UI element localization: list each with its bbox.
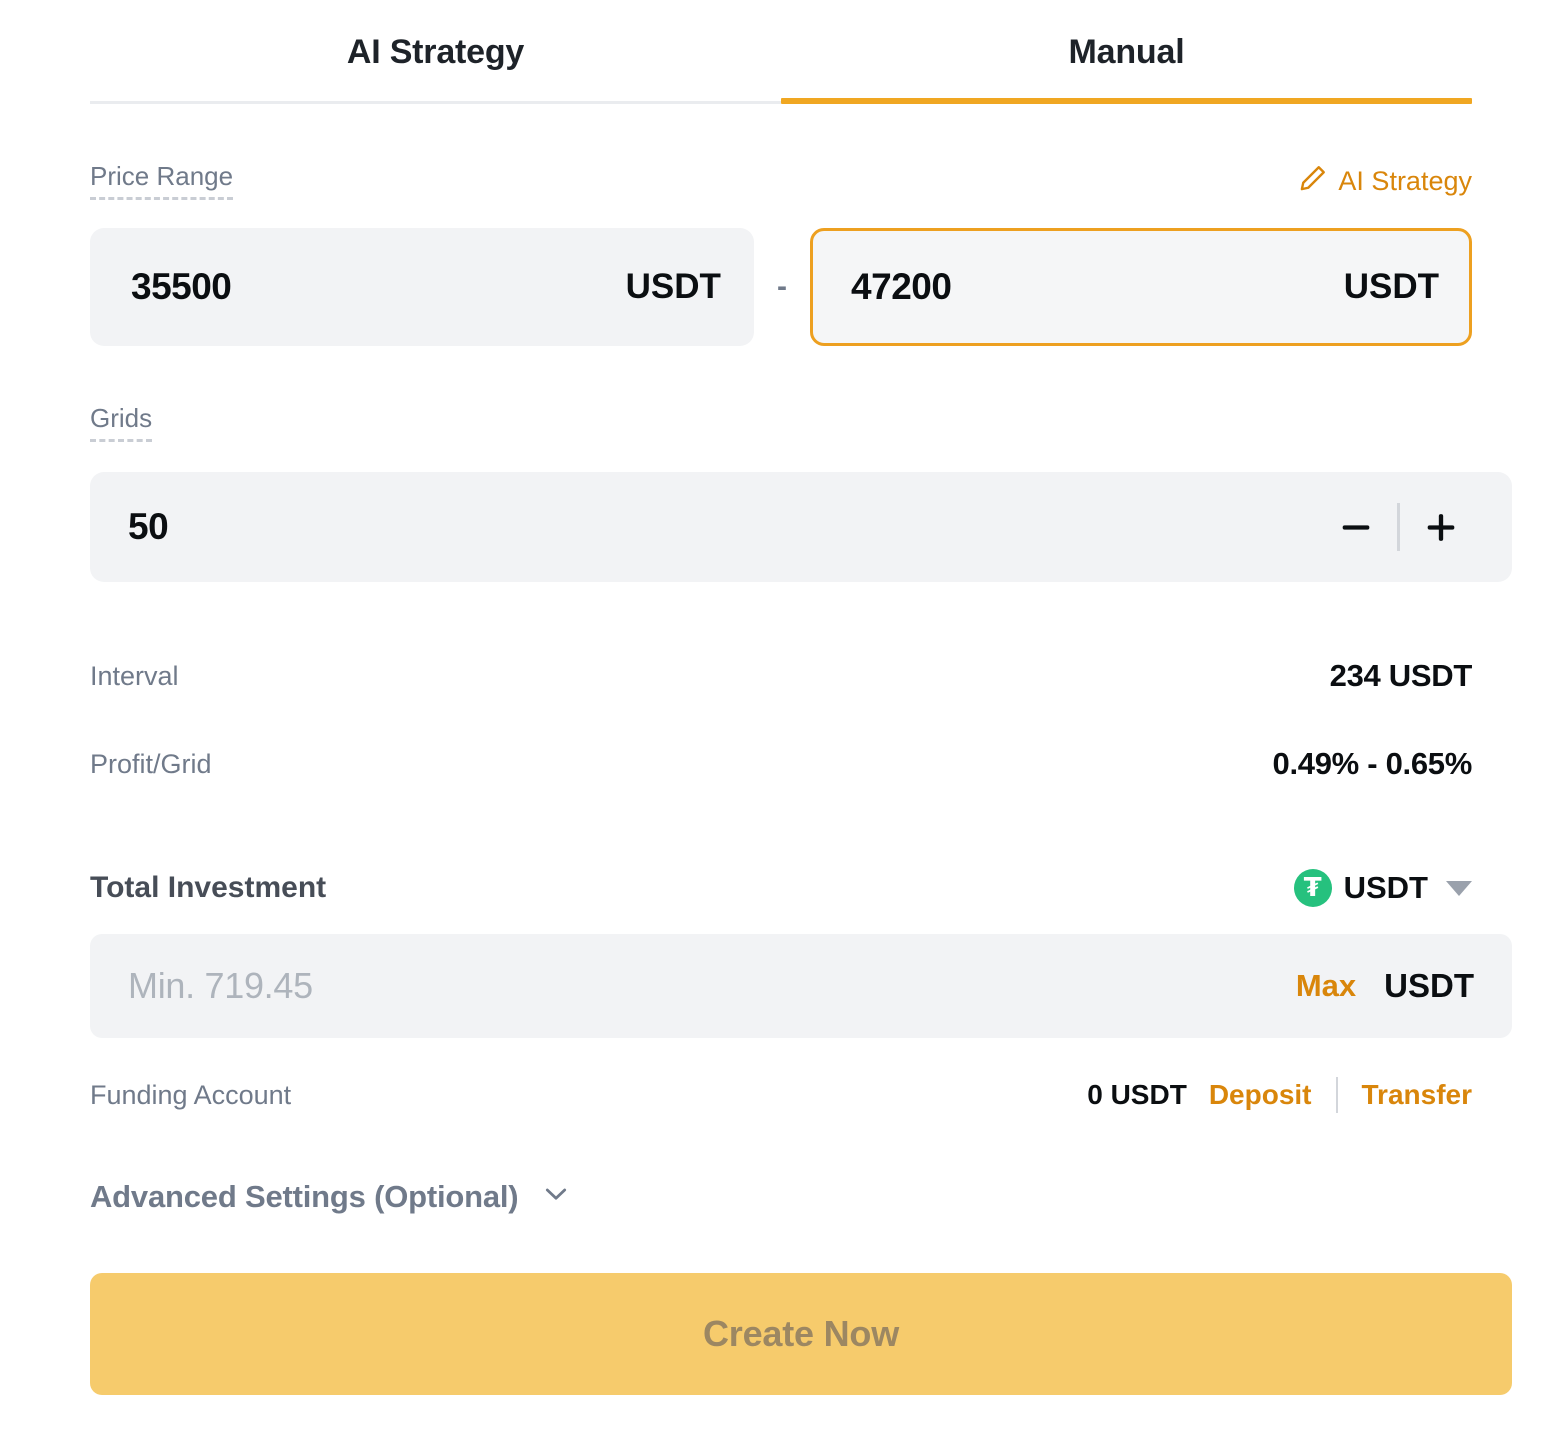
funding-account-actions: 0 USDT Deposit Transfer [1087, 1077, 1472, 1113]
interval-value: 234 USDT [1329, 658, 1473, 693]
panel-body: Price Range AI Strategy 35500 USDT - 472… [0, 160, 1562, 1395]
advanced-settings-toggle[interactable]: Advanced Settings (Optional) [90, 1178, 572, 1215]
ai-strategy-link-label: AI Strategy [1338, 165, 1472, 196]
interval-label: Interval [90, 660, 179, 691]
price-upper-value: 47200 [851, 266, 952, 307]
grids-decrement-button[interactable] [1325, 507, 1387, 547]
grids-stepper [1325, 503, 1472, 551]
price-range-header: Price Range AI Strategy [90, 160, 1472, 202]
deposit-button[interactable]: Deposit [1209, 1079, 1312, 1111]
coin-selector[interactable]: ₮ USDT [1293, 869, 1472, 907]
price-range-inputs: 35500 USDT - 47200 USDT [90, 228, 1472, 346]
profit-per-grid-value: 0.49% - 0.65% [1272, 746, 1473, 781]
price-upper-input[interactable]: 47200 USDT [810, 228, 1472, 346]
total-investment-input[interactable]: Min. 719.45 Max USDT [90, 934, 1512, 1038]
grids-input[interactable]: 50 [90, 472, 1512, 582]
grids-header: Grids [90, 403, 1472, 446]
funding-account-row: Funding Account 0 USDT Deposit Transfer [90, 1068, 1472, 1122]
advanced-settings-label: Advanced Settings (Optional) [90, 1178, 519, 1214]
tab-manual[interactable]: Manual [781, 0, 1472, 104]
plus-icon [1427, 514, 1455, 541]
tab-ai-strategy-label: AI Strategy [346, 32, 525, 71]
usdt-coin-icon: ₮ [1293, 869, 1332, 907]
funding-account-balance: 0 USDT [1087, 1079, 1187, 1110]
minus-icon [1342, 525, 1370, 530]
interval-row: Interval 234 USDT [90, 632, 1472, 720]
chevron-down-icon [540, 1178, 572, 1215]
strategy-mode-tabs: AI Strategy Manual [0, 0, 1562, 104]
ai-strategy-link[interactable]: AI Strategy [1298, 163, 1472, 200]
profit-per-grid-row: Profit/Grid 0.49% - 0.65% [90, 720, 1472, 808]
price-lower-value: 35500 [131, 266, 232, 307]
grids-increment-button[interactable] [1410, 507, 1472, 547]
price-upper-unit: USDT [1343, 267, 1439, 306]
total-investment-header: Total Investment ₮ USDT [90, 864, 1472, 912]
total-investment-label: Total Investment [90, 871, 327, 904]
grids-stepper-divider [1397, 503, 1400, 551]
grids-value: 50 [128, 506, 169, 547]
price-lower-input[interactable]: 35500 USDT [90, 228, 754, 346]
total-investment-unit: USDT [1384, 967, 1474, 1004]
total-investment-placeholder: Min. 719.45 [128, 965, 313, 1006]
profit-per-grid-label: Profit/Grid [90, 748, 212, 779]
grid-bot-create-panel: AI Strategy Manual Price Range AI Strate… [0, 0, 1562, 1450]
create-now-button[interactable]: Create Now [90, 1273, 1512, 1395]
pencil-icon [1298, 163, 1328, 200]
coin-selector-label: USDT [1343, 870, 1428, 905]
transfer-button[interactable]: Transfer [1362, 1079, 1473, 1111]
tab-ai-strategy[interactable]: AI Strategy [90, 0, 781, 104]
price-range-label: Price Range [90, 161, 234, 200]
price-lower-unit: USDT [625, 267, 721, 306]
tab-manual-label: Manual [1068, 32, 1185, 71]
chevron-down-icon [1446, 880, 1472, 896]
funding-account-label: Funding Account [90, 1079, 292, 1110]
funding-actions-divider [1335, 1077, 1338, 1113]
grids-label: Grids [90, 403, 153, 442]
max-button[interactable]: Max [1296, 968, 1356, 1004]
